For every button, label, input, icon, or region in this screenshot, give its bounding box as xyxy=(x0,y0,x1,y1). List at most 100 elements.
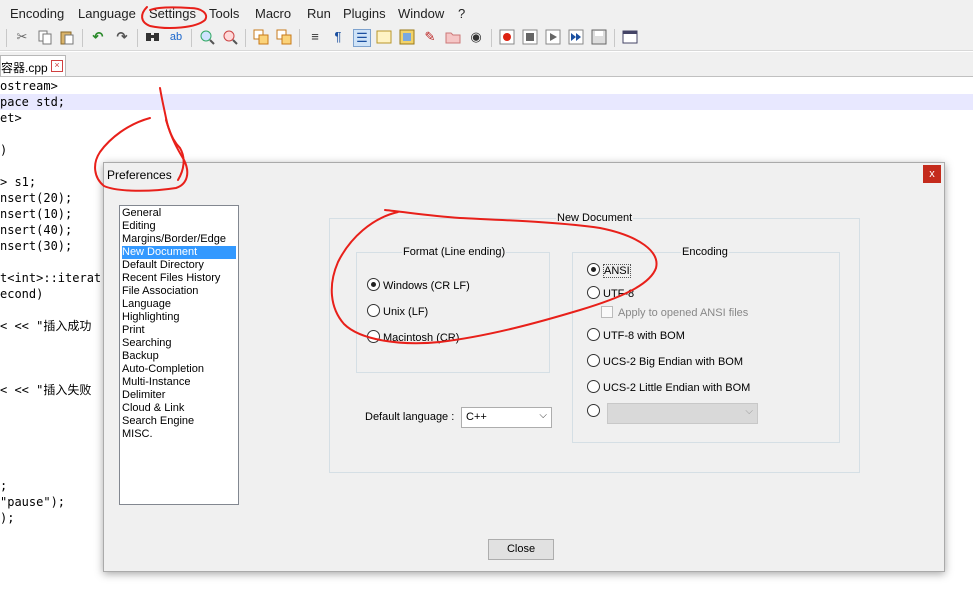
menu-bar: Encoding Language Settings Tools Macro R… xyxy=(0,0,973,28)
stop-macro-icon[interactable] xyxy=(522,29,538,45)
radio-icon[interactable] xyxy=(367,330,380,343)
category-item[interactable]: Margins/Border/Edge xyxy=(122,233,226,246)
encoding-utf8-label: UTF-8 xyxy=(603,288,635,300)
encoding-ansi-label: ANSI xyxy=(603,264,631,278)
wrap-icon[interactable]: ≡ xyxy=(307,29,323,45)
launch-doc-icon[interactable]: ✎ xyxy=(422,29,438,45)
radio-icon[interactable] xyxy=(367,304,380,317)
encoding-utf8-bom-label: UTF-8 with BOM xyxy=(603,330,685,342)
format-windows-option[interactable]: Windows (CR LF) xyxy=(367,278,470,292)
menu-run[interactable]: Run xyxy=(307,6,331,21)
encoding-utf8-bom-option[interactable]: UTF-8 with BOM xyxy=(587,328,685,342)
apply-ansi-label: Apply to opened ANSI files xyxy=(618,307,749,319)
category-item[interactable]: Editing xyxy=(122,220,156,233)
category-item[interactable]: Cloud & Link xyxy=(122,402,184,415)
find-icon[interactable] xyxy=(145,29,161,45)
encoding-ansi-option[interactable]: ANSI xyxy=(587,263,631,278)
tab-cpp-file[interactable]: 容器.cpp × xyxy=(0,55,66,76)
category-item[interactable]: Multi-Instance xyxy=(122,376,190,389)
category-item[interactable]: Language xyxy=(122,298,171,311)
launch-icon[interactable] xyxy=(622,29,638,45)
radio-icon[interactable] xyxy=(587,286,600,299)
preferences-dialog: Preferences x General Editing Margins/Bo… xyxy=(103,162,945,572)
radio-selected-icon[interactable] xyxy=(587,263,600,276)
record-macro-icon[interactable] xyxy=(499,29,515,45)
format-unix-option[interactable]: Unix (LF) xyxy=(367,304,428,318)
radio-selected-icon[interactable] xyxy=(367,278,380,291)
menu-window[interactable]: Window xyxy=(398,6,444,21)
dialog-title: Preferences xyxy=(107,168,172,182)
copy-icon[interactable] xyxy=(37,29,53,45)
default-language-select[interactable]: C++ ⌵ xyxy=(461,407,552,428)
category-list: General Editing Margins/Border/Edge New … xyxy=(119,205,239,505)
category-item[interactable]: Auto-Completion xyxy=(122,363,204,376)
replace-icon[interactable]: ab xyxy=(168,29,184,45)
undo-icon[interactable]: ↶ xyxy=(90,29,106,45)
menu-plugins[interactable]: Plugins xyxy=(343,6,386,21)
menu-language[interactable]: Language xyxy=(78,6,136,21)
category-item[interactable]: Delimiter xyxy=(122,389,165,402)
category-item[interactable]: File Association xyxy=(122,285,198,298)
encoding-ucs2-le-option[interactable]: UCS-2 Little Endian with BOM xyxy=(587,380,750,394)
monitor-icon[interactable]: ◉ xyxy=(468,29,484,45)
category-item[interactable]: Print xyxy=(122,324,145,337)
category-item[interactable]: MISC. xyxy=(122,428,153,441)
indent-guide-icon[interactable]: ☰ xyxy=(353,29,371,47)
sync-h-icon[interactable] xyxy=(276,29,292,45)
category-item-selected[interactable]: New Document xyxy=(122,246,236,259)
category-item[interactable]: Searching xyxy=(122,337,172,350)
encoding-other-select[interactable]: ⌵ xyxy=(607,403,758,424)
folder-icon[interactable] xyxy=(445,29,461,45)
toolbar: ✂ ↶ ↷ ab ≡ ¶ ☰ ✎ ◉ xyxy=(0,26,973,51)
cut-icon[interactable]: ✂ xyxy=(14,29,30,45)
encoding-ucs2-be-option[interactable]: UCS-2 Big Endian with BOM xyxy=(587,354,743,368)
code-line: ) xyxy=(0,143,8,157)
format-mac-option[interactable]: Macintosh (CR) xyxy=(367,330,459,344)
encoding-utf8-option[interactable]: UTF-8 xyxy=(587,286,634,300)
menu-encoding[interactable]: Encoding xyxy=(10,6,64,21)
code-line: pace std; xyxy=(0,94,973,110)
toolbar-separator xyxy=(299,29,300,47)
category-item[interactable]: Default Directory xyxy=(122,259,204,272)
format-mac-label: Macintosh (CR) xyxy=(383,332,460,344)
redo-icon[interactable]: ↷ xyxy=(114,29,130,45)
doc-map-icon[interactable] xyxy=(376,29,392,45)
menu-help[interactable]: ? xyxy=(458,6,465,21)
radio-icon[interactable] xyxy=(587,354,600,367)
menu-macro[interactable]: Macro xyxy=(255,6,291,21)
zoom-out-icon[interactable] xyxy=(222,29,238,45)
checkbox-icon[interactable] xyxy=(601,306,613,318)
close-button[interactable]: Close xyxy=(488,539,554,560)
encoding-label: Encoding xyxy=(681,246,729,258)
dialog-close-button[interactable]: x xyxy=(923,165,941,183)
default-language-value: C++ xyxy=(466,411,487,423)
tab-bar: 容器.cpp × xyxy=(0,52,973,77)
menu-tools[interactable]: Tools xyxy=(209,6,239,21)
paste-icon[interactable] xyxy=(59,29,75,45)
toolbar-separator xyxy=(191,29,192,47)
sync-v-icon[interactable] xyxy=(253,29,269,45)
radio-icon[interactable] xyxy=(587,328,600,341)
run-multiple-icon[interactable] xyxy=(568,29,584,45)
menu-settings[interactable]: Settings xyxy=(149,6,196,21)
category-item[interactable]: Search Engine xyxy=(122,415,194,428)
function-list-icon[interactable] xyxy=(399,29,415,45)
new-document-label: New Document xyxy=(556,212,634,224)
play-macro-icon[interactable] xyxy=(545,29,561,45)
category-item[interactable]: Backup xyxy=(122,350,159,363)
zoom-in-icon[interactable] xyxy=(199,29,215,45)
code-line: et> xyxy=(0,111,22,125)
radio-icon[interactable] xyxy=(587,404,600,417)
show-all-chars-icon[interactable]: ¶ xyxy=(330,29,346,45)
save-macro-icon[interactable] xyxy=(591,29,607,45)
radio-icon[interactable] xyxy=(587,380,600,393)
chevron-down-icon: ⌵ xyxy=(539,410,547,421)
category-item[interactable]: General xyxy=(122,207,161,220)
category-item[interactable]: Recent Files History xyxy=(122,272,220,285)
category-item[interactable]: Highlighting xyxy=(122,311,179,324)
format-label: Format (Line ending) xyxy=(402,246,507,258)
apply-ansi-checkbox[interactable]: Apply to opened ANSI files xyxy=(601,306,748,320)
toolbar-separator xyxy=(137,29,138,47)
encoding-other-option[interactable] xyxy=(587,404,603,418)
tab-close-icon[interactable]: × xyxy=(51,60,63,72)
